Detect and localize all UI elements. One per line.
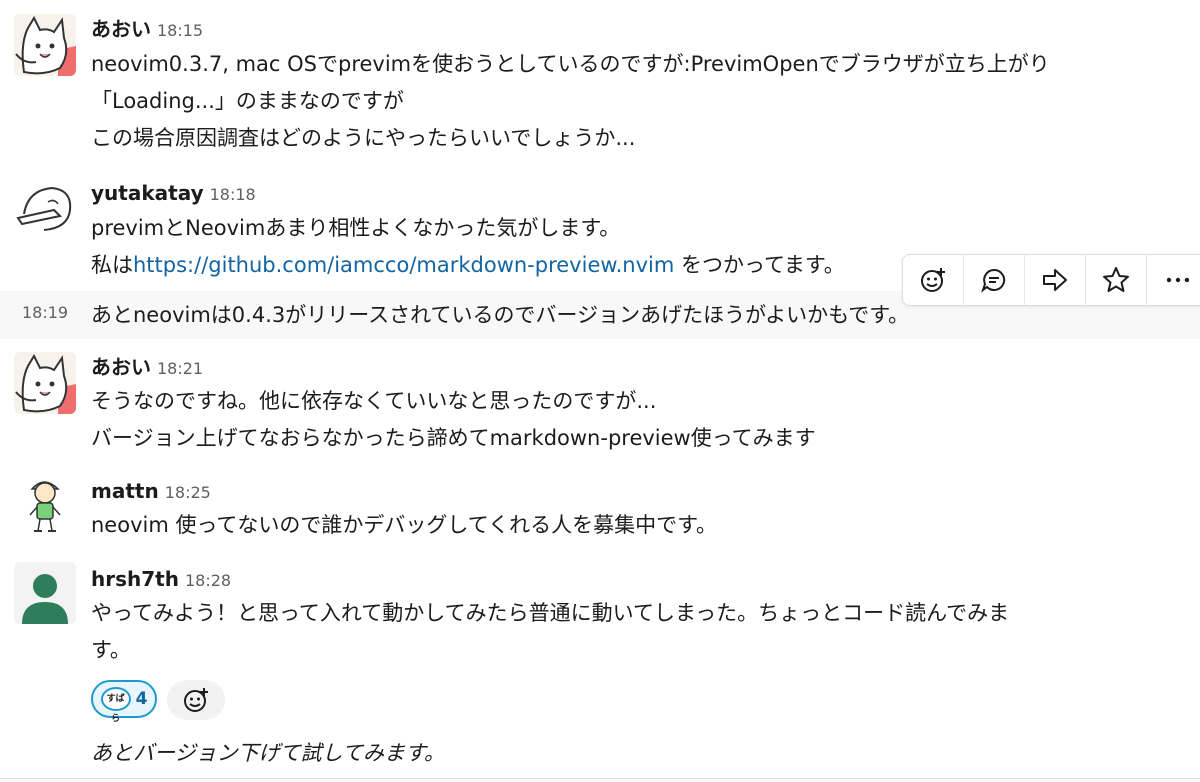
message-line: あとバージョン下げて試してみます。 (91, 741, 445, 765)
save-message-button[interactable] (1086, 255, 1147, 305)
add-reaction-button[interactable] (167, 680, 225, 720)
timestamp[interactable]: 18:19 (22, 303, 68, 322)
message-line: neovim0.3.7, mac OSでprevimを使おうとしているのですが:… (91, 52, 1050, 76)
message-line: この場合原因調査はどのようにやったらいいでしょうか... (91, 126, 636, 150)
subara-emoji-icon: すばら (100, 687, 131, 724)
boy-avatar-icon (14, 475, 76, 537)
default-user-avatar-icon (14, 562, 76, 624)
avatar-mattn[interactable] (14, 475, 76, 537)
reaction-subara[interactable]: すばら 4 (91, 680, 157, 724)
more-actions-icon (1166, 277, 1189, 283)
share-message-button[interactable] (1025, 255, 1086, 305)
message-header: あおい 18:15 (91, 16, 203, 44)
reaction-count: 4 (135, 689, 148, 709)
avatar-aoi[interactable] (14, 14, 76, 76)
timestamp[interactable]: 18:15 (157, 21, 203, 40)
timestamp[interactable]: 18:21 (157, 359, 203, 378)
message-line: previmとNeovimあまり相性よくなかった気がします。 (91, 216, 621, 240)
cat-avatar-icon (14, 352, 76, 414)
message-line: 「Loading...」のままなのですが (91, 89, 404, 113)
more-actions-button[interactable] (1147, 255, 1200, 305)
reply-in-thread-icon (981, 268, 1006, 293)
message-line: す。 (91, 638, 131, 662)
sender-name[interactable]: hrsh7th (91, 567, 179, 591)
message-line: あとneovimは0.4.3がリリースされているのでバージョンあげたほうがよいか… (91, 303, 910, 327)
avatar-yutakatay[interactable] (14, 180, 76, 242)
share-message-icon (1043, 269, 1067, 291)
message-header: hrsh7th 18:28 (91, 566, 231, 594)
timestamp[interactable]: 18:25 (165, 483, 211, 502)
message-text: をつかってます。 (674, 253, 845, 277)
sketch-face-avatar-icon (14, 180, 76, 242)
message-header: mattn 18:25 (91, 478, 211, 506)
sender-name[interactable]: あおい (91, 17, 151, 41)
avatar-hrsh7th[interactable] (14, 562, 76, 624)
message-line: やってみよう！と思って入れて動かしてみたら普通に動いてしまった。ちょっとコード読… (91, 601, 1010, 625)
divider (0, 778, 1200, 779)
timestamp[interactable]: 18:18 (210, 185, 256, 204)
message-line: バージョン上げてなおらなかったら諦めてmarkdown-preview使ってみま… (91, 426, 816, 450)
message-line: そうなのですね。他に依存なくていいなと思ったのですが... (91, 389, 657, 413)
message-header: yutakatay 18:18 (91, 180, 256, 208)
github-link[interactable]: https://github.com/iamcco/markdown-previ… (133, 253, 674, 277)
message-line: 私はhttps://github.com/iamcco/markdown-pre… (91, 251, 845, 279)
message-header: あおい 18:21 (91, 354, 203, 382)
save-star-icon (1103, 267, 1129, 292)
sender-name[interactable]: mattn (91, 479, 159, 503)
avatar-aoi[interactable] (14, 352, 76, 414)
reply-in-thread-button[interactable] (964, 255, 1025, 305)
add-reaction-icon (921, 268, 945, 292)
add-reaction-button[interactable] (903, 255, 964, 305)
cat-avatar-icon (14, 14, 76, 76)
sender-name[interactable]: yutakatay (91, 181, 204, 205)
add-reaction-icon (184, 688, 208, 712)
message-text: 私は (91, 253, 133, 277)
timestamp[interactable]: 18:28 (185, 571, 231, 590)
message-line: neovim 使ってないので誰かデバッグしてくれる人を募集中です。 (91, 513, 718, 537)
sender-name[interactable]: あおい (91, 355, 151, 379)
message-actions-toolbar (902, 254, 1200, 306)
